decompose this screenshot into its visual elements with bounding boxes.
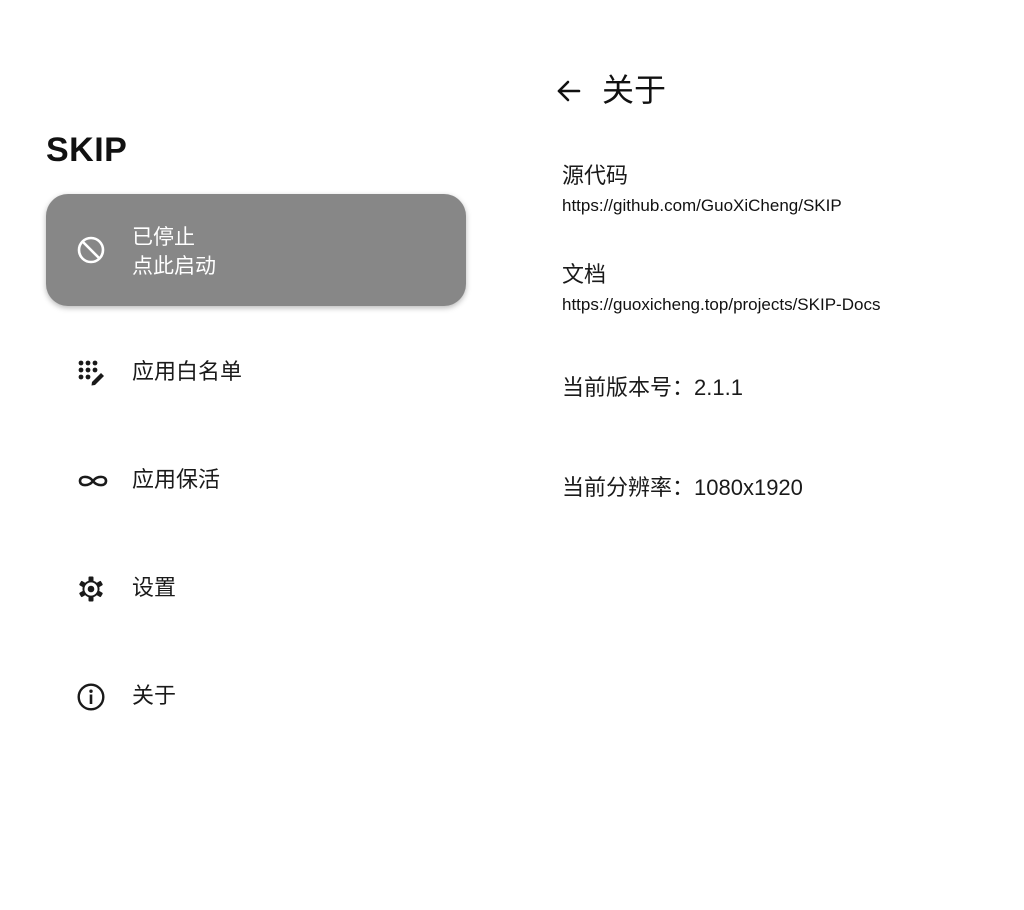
- start-service-hint: 点此启动: [132, 254, 216, 278]
- menu-item-keep-alive[interactable]: 应用保活: [46, 451, 466, 511]
- info-icon: [76, 682, 106, 712]
- navigation-pane: SKIP 已停止 点此启动 应用白名单 应用保活 设置 关于: [0, 0, 512, 910]
- resolution-label: 当前分辨率：: [562, 476, 695, 501]
- status-text-group: 已停止 点此启动: [132, 223, 216, 281]
- infinity-icon: [76, 466, 108, 496]
- service-status-card[interactable]: 已停止 点此启动: [46, 194, 466, 306]
- service-status-label: 已停止: [132, 225, 195, 249]
- about-pane: 关于 源代码 https://github.com/GuoXiCheng/SKI…: [512, 0, 1024, 910]
- version-label: 当前版本号：: [562, 376, 695, 401]
- back-button[interactable]: [550, 72, 588, 110]
- menu-item-app-whitelist[interactable]: 应用白名单: [46, 343, 466, 403]
- page-title: 关于: [602, 71, 667, 109]
- menu-item-settings[interactable]: 设置: [46, 559, 466, 619]
- screen: SKIP 已停止 点此启动 应用白名单 应用保活 设置 关于 关于 源代码 ht…: [0, 0, 1024, 910]
- docs-label: 文档: [562, 263, 607, 288]
- docs-link[interactable]: https://guoxicheng.top/projects/SKIP-Doc…: [562, 294, 1002, 316]
- source-code-item: 源代码 https://github.com/GuoXiCheng/SKIP: [562, 162, 1002, 217]
- source-code-label: 源代码: [562, 164, 629, 189]
- version-value: 2.1.1: [694, 375, 743, 400]
- menu-item-label: 关于: [132, 684, 177, 709]
- docs-item: 文档 https://guoxicheng.top/projects/SKIP-…: [562, 261, 1002, 316]
- block-icon: [76, 235, 106, 265]
- resolution-info: 当前分辨率：1080x1920: [562, 473, 803, 504]
- app-title: SKIP: [46, 131, 128, 169]
- source-code-link[interactable]: https://github.com/GuoXiCheng/SKIP: [562, 195, 1002, 217]
- gear-icon: [76, 574, 106, 604]
- resolution-value: 1080x1920: [694, 475, 803, 500]
- menu-item-label: 应用白名单: [132, 360, 243, 385]
- apps-edit-icon: [76, 358, 106, 388]
- version-info: 当前版本号：2.1.1: [562, 373, 743, 404]
- menu-item-label: 应用保活: [132, 468, 221, 493]
- menu-item-label: 设置: [132, 576, 177, 601]
- menu-item-about[interactable]: 关于: [46, 667, 466, 727]
- arrow-back-icon: [557, 80, 581, 102]
